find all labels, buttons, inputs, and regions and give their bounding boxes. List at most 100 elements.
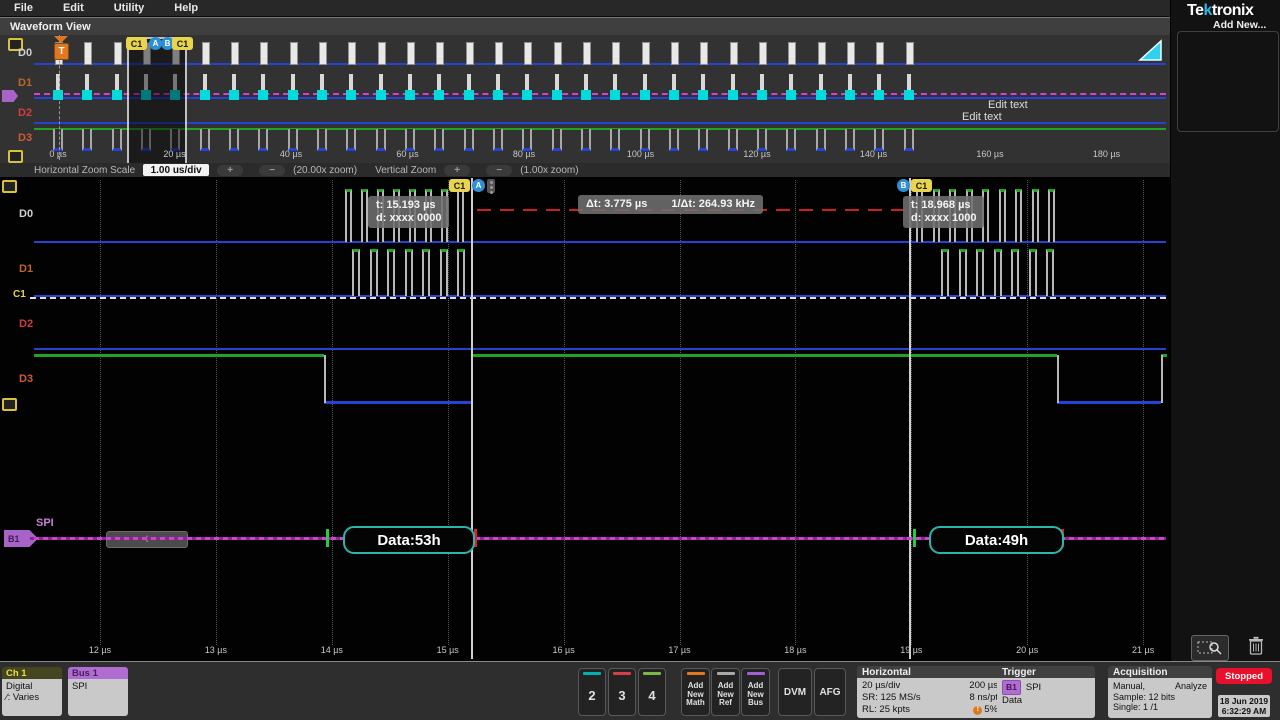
add-new-ref-label: Add New Ref xyxy=(717,681,734,708)
main-axis-tick: 12 µs xyxy=(88,645,112,655)
datetime-display: 18 Jun 2019 6:32:29 AM xyxy=(1218,695,1270,717)
main-waveform-view: D0 D1 D2 D3 C1 C1 A B C1 t: 15.193 µs d: … xyxy=(0,177,1170,661)
menu-help[interactable]: Help xyxy=(174,2,198,14)
overview-channel-label-d3[interactable]: D3 xyxy=(18,132,32,144)
d0-pulse xyxy=(641,42,650,65)
d0-pulse xyxy=(113,42,122,65)
channel-4-button[interactable]: 4 xyxy=(638,668,666,716)
trash-button[interactable] xyxy=(1248,636,1264,661)
add-new-ref-button[interactable]: Add New Ref xyxy=(711,668,740,716)
d1-bus-activity-block xyxy=(53,90,63,100)
acquisition-panel[interactable]: Acquisition Manual, Analyze Sample: 12 bi… xyxy=(1108,666,1212,718)
callout-edit-text-2[interactable]: Edit text xyxy=(962,111,1002,123)
add-new-label: Add New... xyxy=(1213,19,1267,31)
bus-decode-value: Data:49h xyxy=(929,526,1064,554)
zoom-box-c1-badge-left[interactable]: C1 xyxy=(126,37,147,50)
d0-pulse xyxy=(524,42,533,65)
hzoom-increase-button[interactable]: + xyxy=(217,164,244,176)
bus-decode-value: Data:53h xyxy=(343,526,475,554)
main-axis-tick: 16 µs xyxy=(552,645,575,655)
add-new-math-button[interactable]: Add New Math xyxy=(681,668,710,716)
d1-bus-activity-block xyxy=(610,90,621,100)
d1-bus-activity-block xyxy=(492,90,503,100)
overview-axis-tick: 80 µs xyxy=(512,149,536,159)
frame-start-tick xyxy=(913,529,916,547)
main-axis-tick: 13 µs xyxy=(204,645,227,655)
vzoom-decrease-button[interactable]: − xyxy=(486,164,513,176)
d0-pulse xyxy=(788,42,797,65)
afg-button[interactable]: AFG xyxy=(814,668,846,716)
overview-channel-label-d0[interactable]: D0 xyxy=(18,47,32,59)
menu-bar: File Edit Utility Help xyxy=(0,0,1184,17)
d1-bus-activity-block xyxy=(903,90,914,100)
trigger-panel[interactable]: Trigger B1 SPI Data xyxy=(997,666,1095,718)
callout-edit-text-1[interactable]: Edit text xyxy=(988,99,1028,111)
dvm-button[interactable]: DVM xyxy=(778,668,812,716)
d0-pulse xyxy=(465,42,474,65)
vzoom-increase-button[interactable]: + xyxy=(444,164,471,176)
trigger-flag[interactable]: T xyxy=(54,43,69,60)
zoom-select-icon[interactable] xyxy=(1138,39,1164,63)
h-resolution: 8 ns/pt xyxy=(969,692,998,703)
channel-3-button[interactable]: 3 xyxy=(608,668,636,716)
d0-pulse xyxy=(201,42,210,65)
overview-channel-label-d2[interactable]: D2 xyxy=(18,107,32,119)
add-new-panel xyxy=(1177,31,1279,132)
d1-bus-activity-block xyxy=(698,90,709,100)
zoom-box-c1-badge-right[interactable]: C1 xyxy=(172,37,193,50)
overview-axis-tick: 20 µs xyxy=(163,149,186,159)
d0-pulse xyxy=(582,42,591,65)
d0-pulse xyxy=(494,42,503,65)
horizontal-title: Horizontal xyxy=(857,666,1003,678)
acquisition-title: Acquisition xyxy=(1108,666,1212,678)
h-position-icon: ! xyxy=(973,705,983,715)
d0-pulse xyxy=(318,42,327,65)
overview-axis-tick: 0 µs xyxy=(49,149,67,159)
run-stop-status-badge[interactable]: Stopped xyxy=(1216,668,1272,684)
d1-bus-activity-block xyxy=(316,90,327,100)
horizontal-zoom-value-input[interactable]: 1.00 us/div xyxy=(143,164,210,176)
acq-analyze: Analyze xyxy=(1174,681,1207,691)
d1-bus-activity-block xyxy=(111,90,122,100)
d0-pulse xyxy=(758,42,767,65)
d0-pulse xyxy=(260,42,269,65)
add-new-math-label: Add New Math xyxy=(686,681,705,708)
channel-3-label: 3 xyxy=(618,687,626,703)
trash-icon xyxy=(1249,636,1263,655)
menu-edit[interactable]: Edit xyxy=(63,2,84,14)
overview-axis-tick: 120 µs xyxy=(743,149,771,159)
d1-bus-activity-block xyxy=(668,90,679,100)
overview-channel-label-d1[interactable]: D1 xyxy=(18,77,32,89)
menu-utility[interactable]: Utility xyxy=(114,2,145,14)
acq-mode: Manual, xyxy=(1113,681,1146,691)
overview-axis-tick: 40 µs xyxy=(279,149,303,159)
tab-waveform-view[interactable]: Waveform View xyxy=(0,17,1180,35)
add-new-bus-button[interactable]: Add New Bus xyxy=(741,668,770,716)
horizontal-panel[interactable]: Horizontal 20 µs/div 200 µs SR: 125 MS/s 8… xyxy=(857,666,1003,718)
bus-decode-layer: Data:53h Data:49h xyxy=(0,177,1170,661)
hzoom-factor-label: (20.00x zoom) xyxy=(293,164,358,176)
h-position: 5% xyxy=(984,704,998,715)
frame-start-tick xyxy=(326,529,329,547)
hzoom-decrease-button[interactable]: − xyxy=(259,164,286,176)
main-axis-tick: 18 µs xyxy=(784,645,807,655)
overview-axis-tick: 180 µs xyxy=(1092,149,1121,159)
main-axis-tick: 15 µs xyxy=(436,645,459,655)
trigger-source-badge: B1 xyxy=(1002,680,1021,695)
zoom-box[interactable] xyxy=(127,37,187,163)
d1-bus-activity-block xyxy=(874,90,885,100)
oscilloscope-ui: File Edit Utility Help Waveform View D0 D1 D2… xyxy=(0,0,1280,720)
acq-sample: Sample: 12 bits xyxy=(1113,692,1176,702)
d1-bus-activity-block xyxy=(346,90,357,100)
zoom-tool-button[interactable] xyxy=(1191,635,1229,661)
zoom-scale-bar: Horizontal Zoom Scale 1.00 us/div + − (2… xyxy=(0,163,1204,177)
channel-2-label: 2 xyxy=(588,687,596,703)
d1-bus-activity-block xyxy=(815,90,826,100)
d0-pulse xyxy=(553,42,562,65)
channel-2-button[interactable]: 2 xyxy=(578,668,606,716)
trigger-arrow-icon[interactable] xyxy=(54,36,68,43)
date-label: 18 Jun 2019 xyxy=(1219,696,1269,706)
menu-file[interactable]: File xyxy=(14,2,33,14)
d0-pulse xyxy=(377,42,386,65)
waveform-overview-panel: D0 D1 D2 D3 T C1 A B C1 Edit text Edit text… xyxy=(0,35,1170,163)
